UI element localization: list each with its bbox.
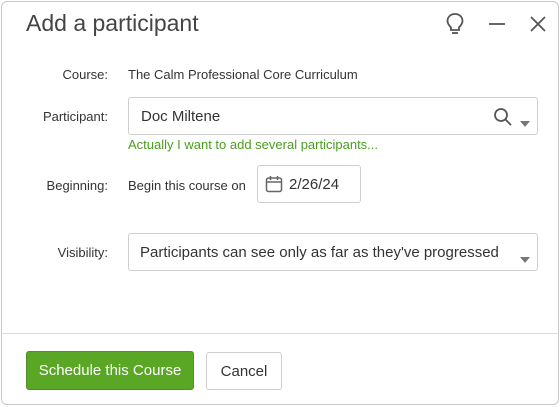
course-label: Course: xyxy=(62,67,108,82)
add-participant-dialog: Add a participant Course: The Calm Profe… xyxy=(1,1,559,405)
schedule-course-button[interactable]: Schedule this Course xyxy=(26,351,194,390)
search-icon[interactable] xyxy=(493,107,513,132)
add-several-participants-link[interactable]: Actually I want to add several participa… xyxy=(128,137,378,152)
footer-divider xyxy=(2,333,558,334)
course-value: The Calm Professional Core Curriculum xyxy=(128,67,358,82)
cancel-button[interactable]: Cancel xyxy=(206,352,282,390)
beginning-label: Beginning: xyxy=(46,178,108,193)
participant-label: Participant: xyxy=(42,109,108,124)
begin-date-value: 2/26/24 xyxy=(289,176,340,193)
begin-date-field[interactable]: 2/26/24 xyxy=(257,165,361,203)
begin-course-prefix: Begin this course on xyxy=(128,178,246,193)
participant-combobox[interactable]: Doc Miltene xyxy=(128,97,538,135)
chevron-down-icon[interactable] xyxy=(520,114,530,132)
dialog-title: Add a participant xyxy=(26,10,199,36)
visibility-select[interactable]: Participants can see only as far as they… xyxy=(128,233,538,271)
chevron-down-icon[interactable] xyxy=(520,250,530,268)
visibility-selected: Participants can see only as far as they… xyxy=(140,244,499,261)
close-icon[interactable] xyxy=(524,10,552,38)
calendar-icon[interactable] xyxy=(265,175,283,198)
participant-value: Doc Miltene xyxy=(141,108,221,125)
minimize-icon[interactable] xyxy=(483,10,511,38)
visibility-label: Visibility: xyxy=(57,245,108,260)
lightbulb-icon[interactable] xyxy=(441,10,469,38)
